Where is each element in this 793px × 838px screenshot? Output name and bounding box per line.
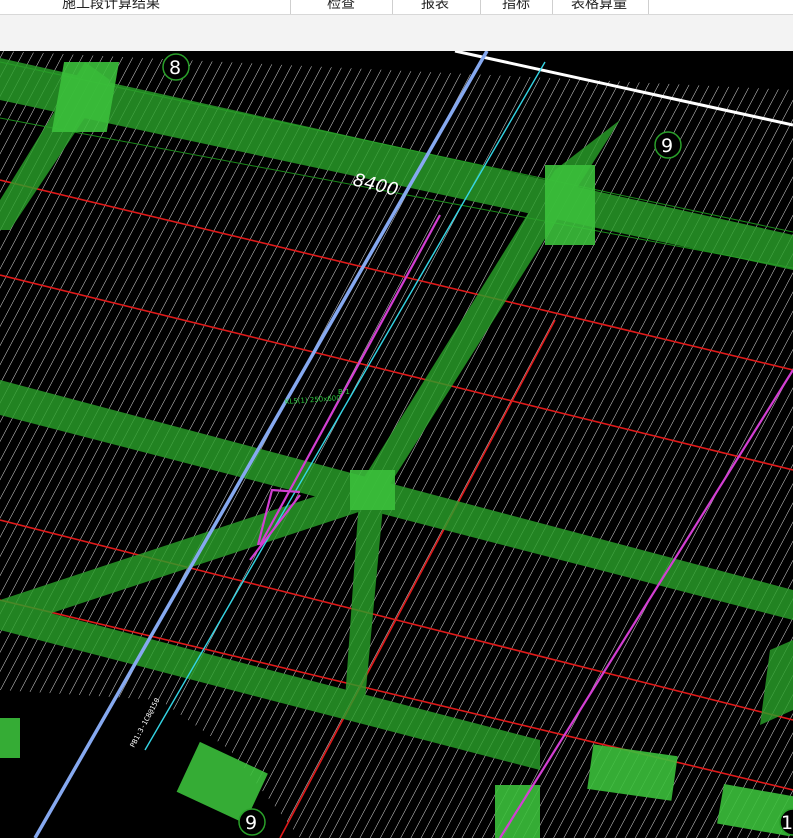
tab-separator bbox=[552, 0, 553, 14]
axis-bubble-9-top[interactable]: 9 bbox=[654, 131, 682, 159]
tab-separator bbox=[480, 0, 481, 14]
axis-bubble-partial[interactable]: 1 bbox=[779, 808, 793, 836]
tab-construction-section-results[interactable]: 施工段计算结果 bbox=[62, 0, 160, 14]
axis-bubble-8[interactable]: 8 bbox=[162, 53, 190, 81]
axis-label-8: 8 bbox=[169, 57, 181, 79]
tab-check[interactable]: 检查 bbox=[327, 0, 355, 14]
axis-label-partial: 1 bbox=[781, 812, 793, 834]
tab-table-quantity[interactable]: 表格算量 bbox=[571, 0, 627, 14]
ribbon-tabs-bar: 施工段计算结果 检查 报表 指标 表格算量 bbox=[0, 0, 793, 15]
column-top-right[interactable] bbox=[545, 165, 595, 245]
tab-separator bbox=[392, 0, 393, 14]
axis-bubble-9-bottom[interactable]: 9 bbox=[238, 808, 266, 836]
tab-separator bbox=[290, 0, 291, 14]
model-canvas[interactable]: 8 9 9 1 8400 KL5(1) 250x600 B-1 PB1:3-1C… bbox=[0, 51, 793, 838]
axis-label-9-bottom: 9 bbox=[245, 812, 257, 834]
cad-3d-viewport[interactable]: 8 9 9 1 8400 KL5(1) 250x600 B-1 PB1:3-1C… bbox=[0, 51, 793, 838]
tab-indicators[interactable]: 指标 bbox=[502, 0, 530, 14]
slab-label[interactable]: B-1 bbox=[338, 388, 350, 396]
tab-report[interactable]: 报表 bbox=[421, 0, 449, 14]
column-left-edge[interactable] bbox=[0, 718, 20, 758]
axis-label-9-top: 9 bbox=[661, 135, 673, 157]
drawing-toolbar-strip bbox=[0, 15, 793, 51]
column-center[interactable] bbox=[350, 470, 395, 510]
tab-separator bbox=[648, 0, 649, 14]
